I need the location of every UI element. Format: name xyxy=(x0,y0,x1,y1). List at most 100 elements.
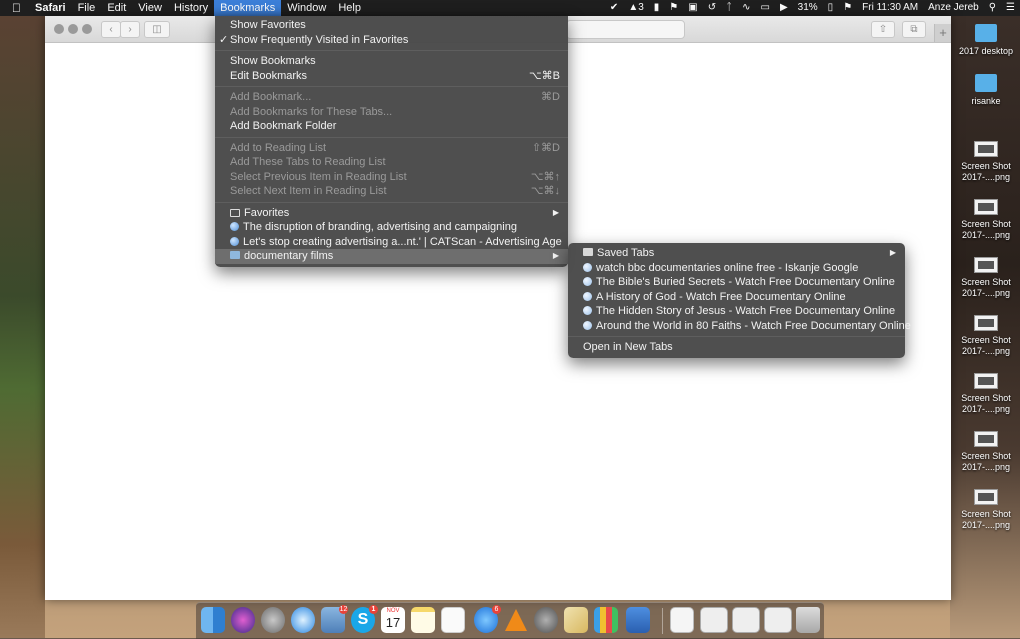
dock-screenshot-icon[interactable] xyxy=(764,607,792,633)
new-tab-button[interactable]: + xyxy=(934,24,951,42)
desktop-screenshot[interactable]: Screen Shot 2017-....png xyxy=(953,489,1019,531)
menu-edit[interactable]: Edit xyxy=(101,0,132,16)
screenshot-file-icon xyxy=(974,199,998,215)
sidebar-toggle-button[interactable]: ◫ xyxy=(144,21,170,38)
bookmarks-menu: Show Favorites ✓ Show Frequently Visited … xyxy=(215,16,568,267)
apple-menu-icon[interactable]:  xyxy=(0,0,29,16)
screenshot-file-icon xyxy=(974,315,998,331)
close-window-button[interactable] xyxy=(54,24,64,34)
submenu-bookmark-item[interactable]: watch bbc documentaries online free - Is… xyxy=(568,261,905,276)
folder-icon xyxy=(230,251,240,259)
submenu-bookmark-item[interactable]: The Hidden Story of Jesus - Watch Free D… xyxy=(568,304,905,319)
add-bookmark-folder-item[interactable]: Add Bookmark Folder xyxy=(215,119,568,134)
globe-icon xyxy=(583,306,592,315)
user-name[interactable]: Anze Jereb xyxy=(923,0,984,16)
share-button[interactable]: ⇧ xyxy=(871,21,895,38)
saved-tabs-item[interactable]: Saved Tabs ▶ xyxy=(568,246,905,261)
bluetooth-icon[interactable]: ᛏ xyxy=(721,0,737,16)
show-frequently-visited-item[interactable]: ✓ Show Frequently Visited in Favorites xyxy=(215,33,568,48)
desktop-screenshot[interactable]: Screen Shot 2017-....png xyxy=(953,141,1019,183)
favorites-item[interactable]: Favorites ▶ xyxy=(215,206,568,221)
open-in-new-tabs-item[interactable]: Open in New Tabs xyxy=(568,340,905,355)
dock-screenshot-icon[interactable] xyxy=(700,607,728,633)
menu-window[interactable]: Window xyxy=(281,0,332,16)
chevron-left-icon: ‹ xyxy=(109,24,113,35)
menu-app-safari[interactable]: Safari xyxy=(29,0,72,16)
submenu-bookmark-item[interactable]: The Bible's Buried Secrets - Watch Free … xyxy=(568,275,905,290)
airplay-icon[interactable]: ▭ xyxy=(756,0,775,16)
app-store-badge: 6 xyxy=(492,605,501,614)
dock-document-icon[interactable] xyxy=(670,607,694,633)
notification-center-icon[interactable]: ☰ xyxy=(1001,0,1020,16)
menu-history[interactable]: History xyxy=(168,0,214,16)
time-machine-icon[interactable]: ↺ xyxy=(703,0,721,16)
dock-screenshot-icon[interactable] xyxy=(732,607,760,633)
menu-file[interactable]: File xyxy=(72,0,102,16)
notes-icon[interactable] xyxy=(411,607,435,633)
submenu-bookmark-item[interactable]: Around the World in 80 Faiths - Watch Fr… xyxy=(568,319,911,334)
battery-percent[interactable]: 31% xyxy=(793,0,823,16)
bookmark-item[interactable]: Let's stop creating advertising a...nt.'… xyxy=(215,235,568,250)
siri-icon[interactable] xyxy=(231,607,255,633)
shield-icon[interactable]: ▮ xyxy=(649,0,665,16)
safari-icon[interactable] xyxy=(291,607,315,633)
submenu-arrow-icon: ▶ xyxy=(552,251,559,260)
tabs-icon: ⧉ xyxy=(910,24,918,35)
menu-separator xyxy=(215,201,568,203)
show-tabs-button[interactable]: ⧉ xyxy=(902,21,926,38)
contacts-icon[interactable]: ▣ xyxy=(683,0,702,16)
bookmark-item[interactable]: The disruption of branding, advertising … xyxy=(215,220,568,235)
desktop-folder-2017-desktop[interactable]: 2017 desktop xyxy=(953,24,1019,57)
keynote-icon[interactable] xyxy=(626,607,650,633)
minimize-window-button[interactable] xyxy=(68,24,78,34)
plus-icon: + xyxy=(939,25,947,40)
spotlight-search-icon[interactable]: ⚲ xyxy=(984,0,1001,16)
documentary-films-folder-item[interactable]: documentary films ▶ xyxy=(215,249,568,264)
trash-icon[interactable] xyxy=(796,607,820,633)
zoom-window-button[interactable] xyxy=(82,24,92,34)
desktop-screenshot[interactable]: Screen Shot 2017-....png xyxy=(953,257,1019,299)
menu-view[interactable]: View xyxy=(132,0,168,16)
desktop-screenshot[interactable]: Screen Shot 2017-....png xyxy=(953,373,1019,415)
desktop-screenshot[interactable]: Screen Shot 2017-....png xyxy=(953,431,1019,473)
show-favorites-item[interactable]: Show Favorites xyxy=(215,18,568,33)
calendar-icon[interactable]: NOV 17 xyxy=(381,607,405,633)
globe-icon xyxy=(583,262,592,272)
menu-help[interactable]: Help xyxy=(332,0,367,16)
app-store-icon[interactable]: 6 xyxy=(474,605,501,633)
skype-icon[interactable]: S1 xyxy=(351,605,378,633)
address-bar[interactable] xyxy=(566,20,685,39)
desktop-screenshot[interactable]: Screen Shot 2017-....png xyxy=(953,199,1019,241)
show-bookmarks-item[interactable]: Show Bookmarks xyxy=(215,54,568,69)
finder-icon[interactable] xyxy=(201,607,225,633)
mail-icon[interactable]: 12 xyxy=(321,605,348,633)
vlc-icon[interactable] xyxy=(504,607,528,633)
screenshot-file-icon xyxy=(974,489,998,505)
forward-button[interactable]: › xyxy=(120,21,140,38)
status-area: ✔ ▲3 ▮ ⚑ ▣ ↺ ᛏ ∿ ▭ ▶ 31% ▯ ⚑ Fri 11:30 A… xyxy=(605,0,1020,16)
clock[interactable]: Fri 11:30 AM xyxy=(857,0,923,16)
system-preferences-icon[interactable] xyxy=(534,607,558,633)
menu-separator xyxy=(568,336,905,337)
desktop-folder-risanke[interactable]: risanke xyxy=(953,74,1019,107)
submenu-bookmark-item[interactable]: A History of God - Watch Free Documentar… xyxy=(568,290,905,305)
flag-us-icon[interactable]: ⚑ xyxy=(838,0,857,16)
numbers-icon[interactable] xyxy=(594,607,618,633)
menu-bar:  Safari File Edit View History Bookmark… xyxy=(0,0,1020,16)
back-button[interactable]: ‹ xyxy=(101,21,121,38)
reminders-icon[interactable] xyxy=(441,607,465,633)
preview-icon[interactable] xyxy=(564,607,588,633)
edit-bookmarks-item[interactable]: Edit Bookmarks ⌥⌘B xyxy=(215,69,568,84)
battery-icon[interactable]: ▯ xyxy=(823,0,839,16)
flag-icon[interactable]: ⚑ xyxy=(664,0,683,16)
notification-count[interactable]: ▲3 xyxy=(623,0,648,16)
add-reading-list-item: Add to Reading List ⇧⌘D xyxy=(230,141,560,154)
check-circle-icon[interactable]: ✔ xyxy=(605,0,623,16)
documentary-films-submenu: Saved Tabs ▶ watch bbc documentaries onli… xyxy=(568,243,911,358)
menu-bookmarks[interactable]: Bookmarks xyxy=(214,0,282,16)
dock-separator xyxy=(662,608,663,634)
volume-icon[interactable]: ▶ xyxy=(775,0,793,16)
launchpad-icon[interactable] xyxy=(261,607,285,633)
wifi-icon[interactable]: ∿ xyxy=(737,0,755,16)
desktop-screenshot[interactable]: Screen Shot 2017-....png xyxy=(953,315,1019,357)
